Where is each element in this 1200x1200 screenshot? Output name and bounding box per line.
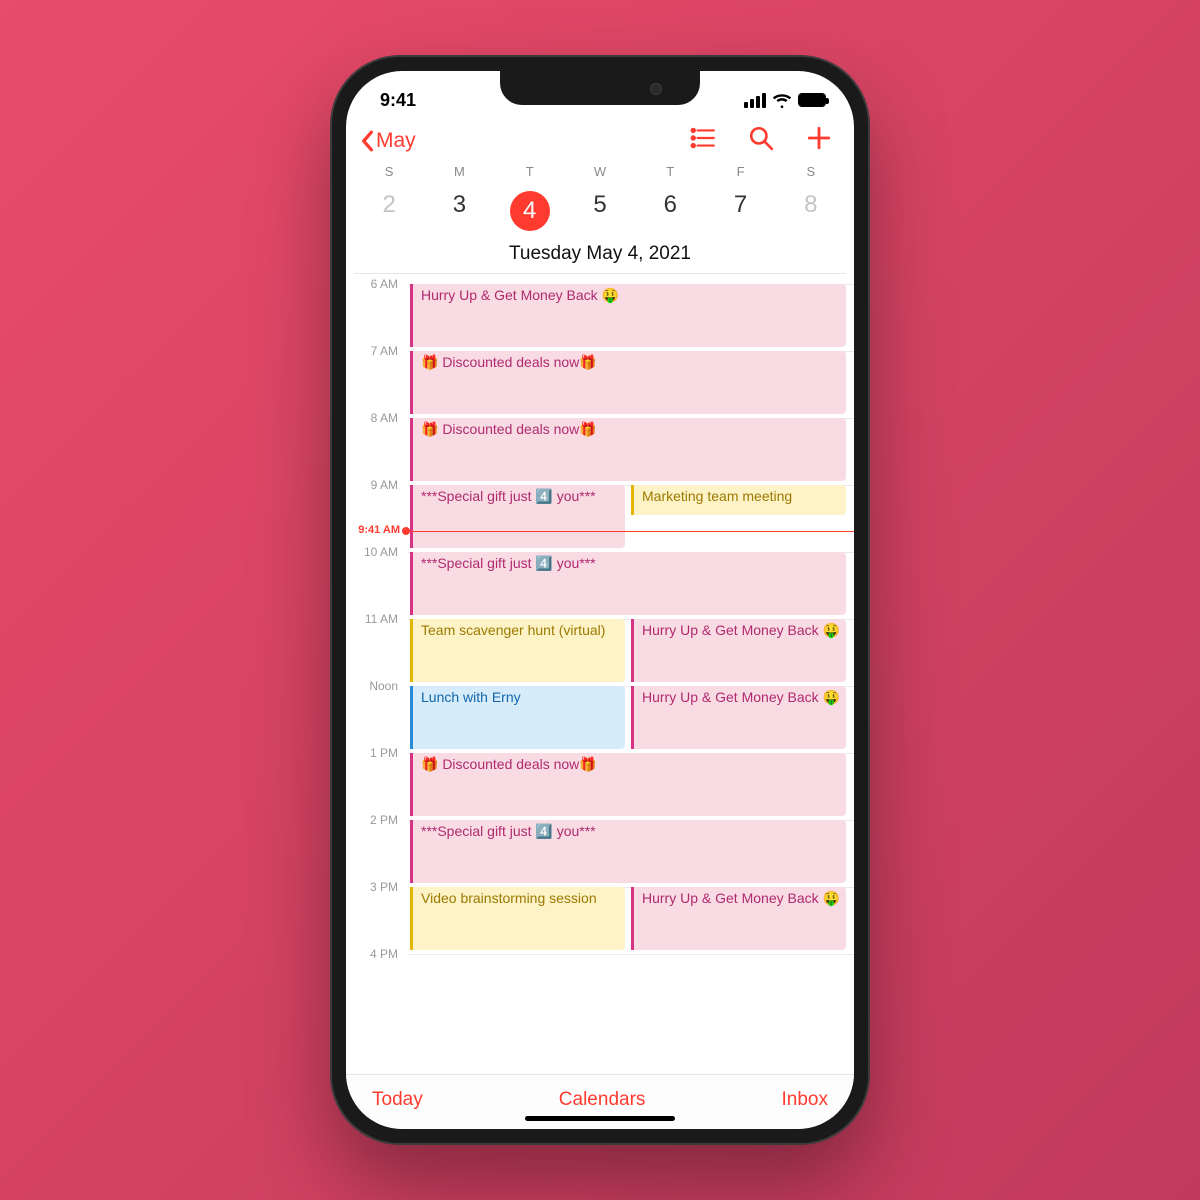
calendar-event[interactable]: Hurry Up & Get Money Back 🤑 (631, 686, 846, 749)
calendar-event[interactable]: 🎁 Discounted deals now🎁 (410, 351, 846, 414)
back-label: May (376, 129, 416, 153)
hour-label: 10 AM (346, 545, 404, 559)
hour-label: 4 PM (346, 947, 404, 961)
calendars-button[interactable]: Calendars (559, 1089, 646, 1111)
notch (500, 71, 700, 105)
status-right (744, 90, 826, 110)
nav-actions (690, 125, 832, 156)
phone-frame: 9:41 May (330, 55, 870, 1145)
day-letter: T (495, 164, 565, 185)
calendar-event[interactable]: Hurry Up & Get Money Back 🤑 (410, 284, 846, 347)
selected-date-label: Tuesday May 4, 2021 (354, 241, 846, 274)
day-number[interactable]: 2 (354, 185, 424, 241)
hour-label: 2 PM (346, 813, 404, 827)
day-letter: T (635, 164, 705, 185)
day-letter: S (354, 164, 424, 185)
inbox-button[interactable]: Inbox (782, 1089, 828, 1111)
hour-label: 8 AM (346, 411, 404, 425)
today-button[interactable]: Today (372, 1089, 423, 1111)
calendar-event[interactable]: Team scavenger hunt (virtual) (410, 619, 625, 682)
battery-icon (798, 93, 826, 107)
day-number[interactable]: 7 (705, 185, 775, 241)
search-icon[interactable] (748, 125, 774, 156)
hour-label: Noon (346, 679, 404, 693)
hour-label: 9 AM (346, 478, 404, 492)
day-number[interactable]: 5 (565, 185, 635, 241)
calendar-event[interactable]: Video brainstorming session (410, 887, 625, 950)
calendar-event[interactable]: ***Special gift just 4️⃣ you*** (410, 820, 846, 883)
hour-label: 1 PM (346, 746, 404, 760)
day-letter: W (565, 164, 635, 185)
calendar-event[interactable]: Hurry Up & Get Money Back 🤑 (631, 887, 846, 950)
day-letters: SMTWTFS (354, 164, 846, 185)
calendar-event[interactable]: ***Special gift just 4️⃣ you*** (410, 485, 625, 548)
calendar-event[interactable]: ***Special gift just 4️⃣ you*** (410, 552, 846, 615)
calendar-event[interactable]: 🎁 Discounted deals now🎁 (410, 418, 846, 481)
timeline[interactable]: 6 AM 7 AM 8 AM 9 AM 10 AM 11 AM Noon 1 PM 2 PM 3 … (346, 274, 854, 1074)
cellular-icon (744, 93, 766, 108)
add-event-icon[interactable] (806, 125, 832, 156)
back-button[interactable]: May (360, 129, 416, 153)
day-letter: S (776, 164, 846, 185)
calendar-event[interactable]: Hurry Up & Get Money Back 🤑 (631, 619, 846, 682)
day-number[interactable]: 8 (776, 185, 846, 241)
day-numbers: 2345678 (354, 185, 846, 241)
day-letter: M (424, 164, 494, 185)
calendar-event[interactable]: 🎁 Discounted deals now🎁 (410, 753, 846, 816)
status-time: 9:41 (380, 90, 416, 111)
screen: 9:41 May (346, 71, 854, 1129)
week-header: SMTWTFS 2345678 Tuesday May 4, 2021 (346, 160, 854, 274)
list-view-icon[interactable] (690, 125, 716, 156)
hour-label: 11 AM (346, 612, 404, 626)
wifi-icon (772, 90, 792, 110)
calendar-event[interactable]: Marketing team meeting (631, 485, 846, 515)
hour-label: 6 AM (346, 277, 404, 291)
home-indicator[interactable] (525, 1116, 675, 1121)
hour-label: 7 AM (346, 344, 404, 358)
now-indicator-label: 9:41 AM (346, 524, 404, 536)
calendar-event[interactable]: Lunch with Erny (410, 686, 625, 749)
day-number[interactable]: 3 (424, 185, 494, 241)
hour-label: 3 PM (346, 880, 404, 894)
day-letter: F (705, 164, 775, 185)
navbar: May (346, 119, 854, 160)
day-number[interactable]: 6 (635, 185, 705, 241)
day-number[interactable]: 4 (495, 185, 565, 241)
